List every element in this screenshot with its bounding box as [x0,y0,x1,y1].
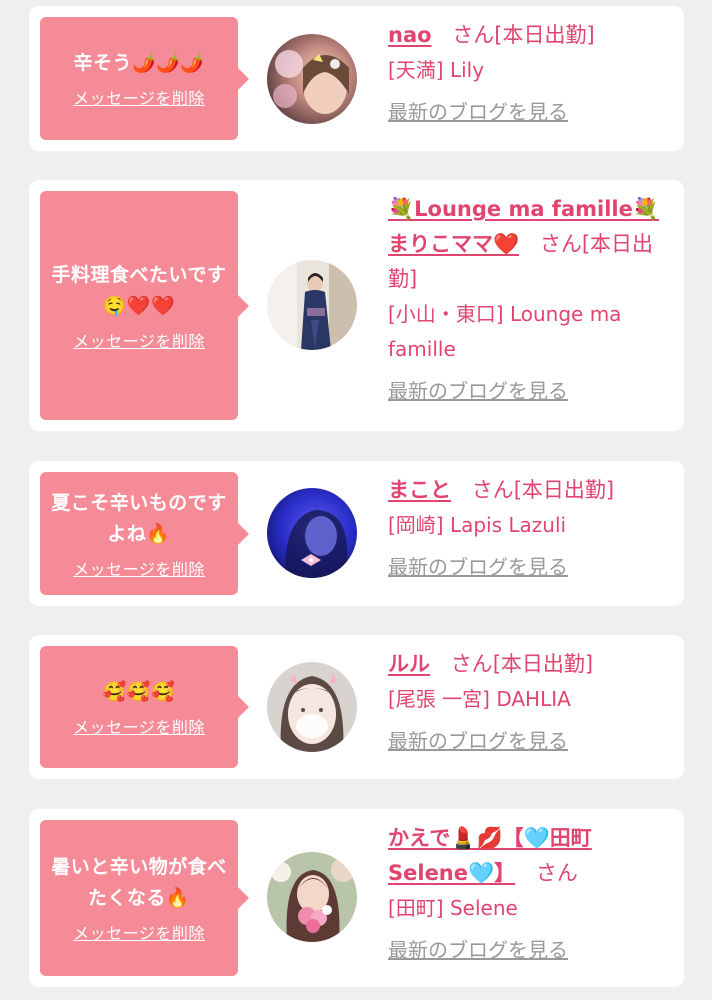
girl-name-link[interactable]: ルル [388,652,430,676]
latest-blog-link[interactable]: 最新のブログを見る [388,726,668,756]
honorific: さん [539,232,582,256]
shop-label: [田町] Selene [388,896,518,920]
girl-info: まこと さん[本日出勤] [岡崎] Lapis Lazuli 最新のブログを見る [388,473,668,582]
girl-name-link[interactable]: nao [388,23,432,47]
message-card: 暑いと辛い物が食べたくなる🔥 メッセージを削除 かえで💄💋【🩵田町Selene🩵… [29,809,684,987]
avatar[interactable] [267,34,357,124]
message-bubble: 手料理食べたいです🤤❤️❤️ メッセージを削除 [40,191,249,420]
status-badge: [本日出勤] [513,478,615,502]
message-text: 辛そう🌶️🌶️🌶️ [73,52,205,74]
delete-message-link[interactable]: メッセージを削除 [73,85,205,109]
message-text: 🥰🥰🥰 [102,680,176,703]
shop-label: [岡崎] Lapis Lazuli [388,513,567,537]
flower-photo-avatar-icon [267,852,357,942]
avatar[interactable] [267,662,357,752]
name-line: ルル さん[本日出勤] [388,647,668,682]
name-line: まこと さん[本日出勤] [388,473,668,508]
girl-info: かえで💄💋【🩵田町Selene🩵】 さん [田町] Selene 最新のブログを… [388,821,668,965]
kimono-photo-avatar-icon [267,260,357,350]
latest-blog-link[interactable]: 最新のブログを見る [388,376,668,406]
name-line: 💐Lounge ma famille💐まりこママ❤️ さん[本日出勤] [388,192,668,297]
name-line: nao さん[本日出勤] [388,18,668,53]
honorific: さん [535,861,578,885]
latest-blog-link[interactable]: 最新のブログを見る [388,935,668,965]
blue-photo-avatar-icon [267,488,357,578]
message-card: 夏こそ辛いものですよね🔥 メッセージを削除 まこと さん[本日出勤] [岡崎] … [29,461,684,606]
message-card: 手料理食べたいです🤤❤️❤️ メッセージを削除 💐Lounge ma famil… [29,180,684,431]
shop-label: [天満] Lily [388,58,485,82]
shop-label: [小山・東口] Lounge ma famille [388,302,622,361]
honorific: さん [450,652,493,676]
message-text: 暑いと辛い物が食べたくなる🔥 [51,856,227,909]
bunny-filter-avatar-icon [267,662,357,752]
girl-name-link[interactable]: まこと [388,478,451,502]
message-card: 🥰🥰🥰 メッセージを削除 ルル さん[本日出勤] [尾張 一宮] DAHLIA … [29,635,684,779]
status-badge: [本日出勤] [492,652,594,676]
message-bubble: 夏こそ辛いものですよね🔥 メッセージを削除 [40,472,249,595]
message-text: 夏こそ辛いものですよね🔥 [51,491,227,545]
message-card: 辛そう🌶️🌶️🌶️ メッセージを削除 nao さん[本日出勤] [天満] Lil… [29,6,684,151]
delete-message-link[interactable]: メッセージを削除 [73,920,205,944]
girl-photo-avatar-icon [267,34,357,124]
shop-label: [尾張 一宮] DAHLIA [388,687,571,711]
delete-message-link[interactable]: メッセージを削除 [73,328,205,352]
status-badge: [本日出勤] [494,23,595,47]
avatar[interactable] [267,260,357,350]
message-feed: 辛そう🌶️🌶️🌶️ メッセージを削除 nao さん[本日出勤] [天満] Lil… [0,0,712,1000]
message-text: 手料理食べたいです🤤❤️❤️ [51,263,227,317]
latest-blog-link[interactable]: 最新のブログを見る [388,97,668,127]
girl-info: 💐Lounge ma famille💐まりこママ❤️ さん[本日出勤] [小山・… [388,192,668,406]
message-bubble: 辛そう🌶️🌶️🌶️ メッセージを削除 [40,17,249,140]
name-line: かえで💄💋【🩵田町Selene🩵】 さん [388,821,668,891]
girl-info: ルル さん[本日出勤] [尾張 一宮] DAHLIA 最新のブログを見る [388,647,668,756]
delete-message-link[interactable]: メッセージを削除 [73,714,205,738]
latest-blog-link[interactable]: 最新のブログを見る [388,552,668,582]
honorific: さん [471,478,514,502]
avatar[interactable] [267,852,357,942]
girl-info: nao さん[本日出勤] [天満] Lily 最新のブログを見る [388,18,668,127]
delete-message-link[interactable]: メッセージを削除 [73,556,205,580]
avatar[interactable] [267,488,357,578]
message-bubble: 🥰🥰🥰 メッセージを削除 [40,646,249,768]
message-bubble: 暑いと辛い物が食べたくなる🔥 メッセージを削除 [40,820,249,976]
honorific: さん [452,23,495,47]
